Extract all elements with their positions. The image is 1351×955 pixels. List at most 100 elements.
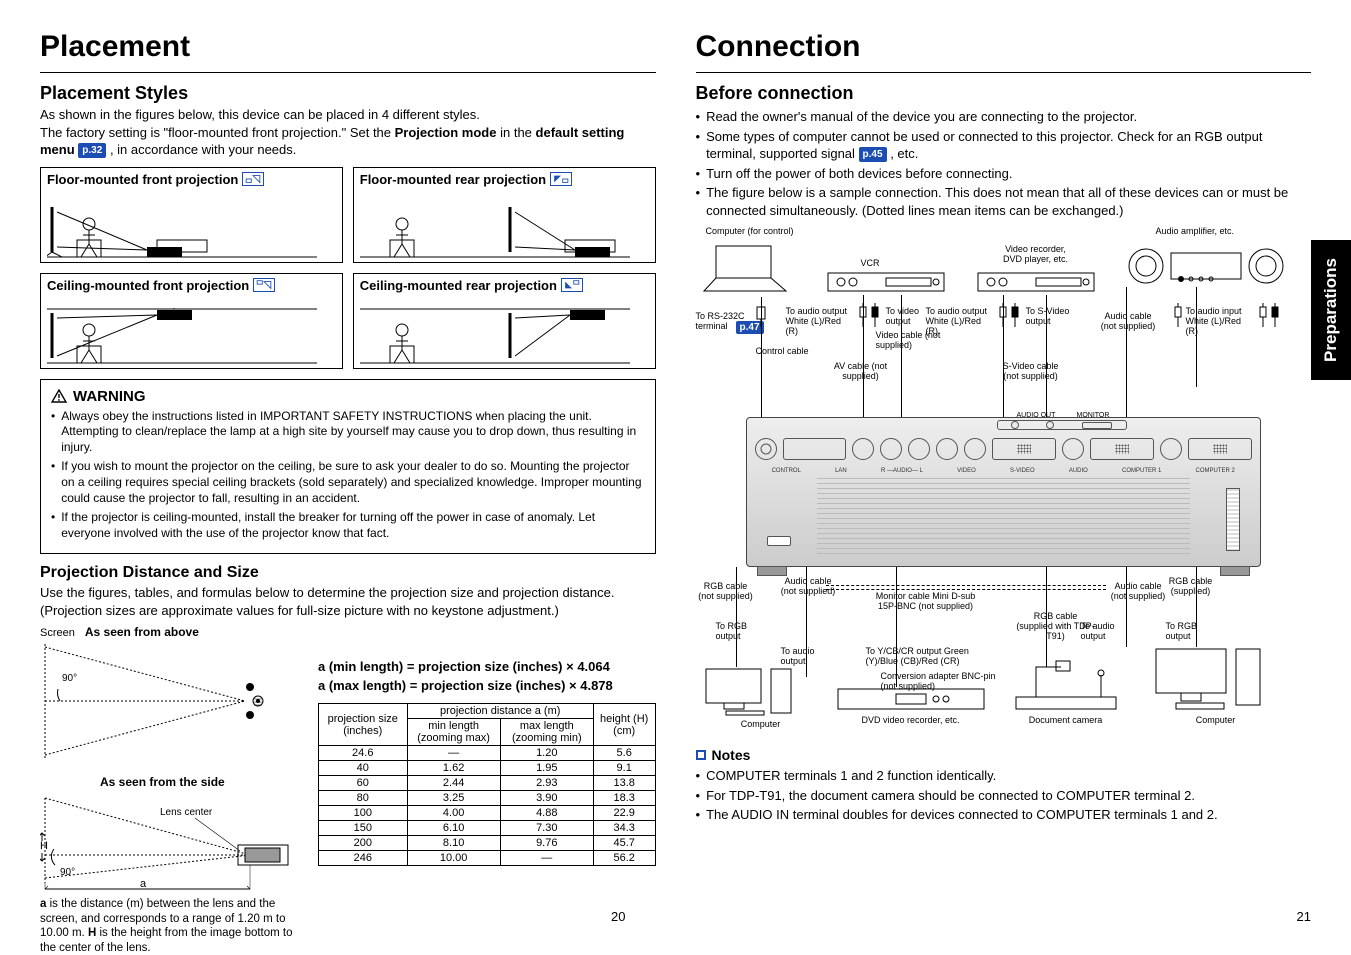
port-round: [1062, 438, 1084, 460]
label-audio-cable-2: Audio cable (not supplied): [776, 577, 841, 597]
label-vcr: VCR: [861, 259, 880, 269]
side-tab-preparations: Preparations: [1311, 240, 1351, 380]
table-cell: 246: [319, 851, 408, 866]
distance-table: projection size (inches) projection dist…: [318, 703, 656, 866]
label-monitor-port: MONITOR: [1077, 412, 1110, 420]
table-cell: 2.93: [500, 776, 593, 791]
port-round: [908, 438, 930, 460]
svg-text:90°: 90°: [62, 673, 77, 684]
li: Read the owner's manual of the device yo…: [706, 108, 1137, 126]
table-cell: 22.9: [593, 806, 655, 821]
t: in the: [500, 125, 535, 140]
label-bottom-computer2: Computer: [1146, 715, 1286, 725]
warning-item: If the projector is ceiling-mounted, ins…: [61, 510, 644, 541]
table-cell: 1.62: [407, 761, 500, 776]
page-right: Connection Before connection Read the ow…: [696, 30, 1312, 924]
diagram-caption: a is the distance (m) between the lens a…: [40, 897, 300, 955]
table-cell: —: [500, 851, 593, 866]
label-video-recorder: Video recorder, DVD player, etc.: [996, 245, 1076, 265]
before-connection-head: Before connection: [696, 83, 1312, 104]
table-cell: 2.44: [407, 776, 500, 791]
rca-plug-icon: [1171, 303, 1185, 327]
desktop-icon: [1146, 647, 1286, 713]
scene-illustration: [47, 308, 317, 364]
svg-text:90°: 90°: [60, 867, 75, 878]
th-max: max length (zooming min): [500, 719, 593, 746]
style-floor-front: Floor-mounted front projection: [40, 167, 343, 263]
projection-distance-p: Use the figures, tables, and formulas be…: [40, 584, 656, 619]
label-to-audio-out-2: To audio output: [1081, 622, 1141, 642]
label-audio-amp: Audio amplifier, etc.: [1156, 227, 1235, 237]
label-rgb-cable-ns: RGB cable (not supplied): [696, 582, 756, 602]
table-cell: 100: [319, 806, 408, 821]
port-round: [964, 438, 986, 460]
label-video-out: To video output: [886, 307, 930, 327]
port-round: [852, 438, 874, 460]
placement-title: Placement: [40, 30, 656, 64]
formula-min: a (min length) = projection size (inches…: [318, 659, 656, 674]
label-ycbcr: To Y/CB/CR output Green (Y)/Blue (CB)/Re…: [866, 647, 986, 667]
style-ceiling-rear: Ceiling-mounted rear projection: [353, 273, 656, 369]
scene-illustration: [360, 308, 630, 364]
li: Turn off the power of both devices befor…: [706, 165, 1012, 183]
dvd-recorder-icon: [836, 687, 986, 713]
table-cell: 3.25: [407, 791, 500, 806]
th-dist: projection distance a (m): [407, 704, 593, 719]
laptop-icon: [696, 241, 796, 296]
dvd-icon: [976, 271, 1096, 295]
t: , in accordance with your needs.: [110, 142, 296, 157]
page-number-21: 21: [696, 909, 1312, 924]
t: Some types of computer cannot be used or…: [706, 129, 1262, 162]
styles-p2: The factory setting is "floor-mounted fr…: [40, 124, 656, 159]
desktop-icon: [696, 667, 826, 717]
table-cell: —: [407, 746, 500, 761]
label-audio-cable-1: Audio cable (not supplied): [1096, 312, 1161, 332]
warning-icon: [51, 389, 67, 403]
connection-figure: Computer (for control) VCR Video recorde…: [696, 227, 1312, 737]
warning-item: If you wish to mount the projector on th…: [61, 459, 644, 506]
label-svideo-out: To S-Video output: [1026, 307, 1081, 327]
label: Floor-mounted rear projection: [360, 172, 546, 187]
scene-illustration: [360, 202, 630, 258]
port-round: [755, 438, 777, 460]
svg-text:Lens center: Lens center: [160, 807, 213, 818]
table-cell: 8.10: [407, 836, 500, 851]
table-cell: 34.3: [593, 821, 655, 836]
table-cell: 13.8: [593, 776, 655, 791]
note-item: For TDP-T91, the document camera should …: [706, 787, 1195, 805]
li: Some types of computer cannot be used or…: [706, 128, 1311, 163]
projector-rear-panel: AUDIO OUT MONITOR: [746, 417, 1262, 567]
table-cell: 1.95: [500, 761, 593, 776]
side-tab-label: Preparations: [1321, 258, 1341, 362]
projection-distance-head: Projection Distance and Size: [40, 564, 656, 582]
port-round: [880, 438, 902, 460]
page-ref-32: p.32: [78, 143, 106, 159]
table-cell: 200: [319, 836, 408, 851]
screen-label: Screen: [40, 627, 75, 639]
page-ref-45: p.45: [859, 147, 887, 163]
mode-icon: [253, 278, 275, 292]
rule: [40, 72, 656, 73]
table-cell: 80: [319, 791, 408, 806]
label-bottom-computer: Computer: [696, 719, 826, 729]
vcr-icon: [826, 271, 946, 295]
port-dsub: [1090, 438, 1154, 460]
mode-icon: [242, 172, 264, 186]
li: The figure below is a sample connection.…: [706, 184, 1311, 219]
table-cell: 18.3: [593, 791, 655, 806]
rule: [696, 72, 1312, 73]
port-round: [1160, 438, 1182, 460]
styles-p1: As shown in the figures below, this devi…: [40, 106, 656, 124]
notes-list: COMPUTER terminals 1 and 2 function iden…: [696, 767, 1312, 824]
diagram-side: Lens center 90° H a: [40, 793, 300, 893]
table-cell: 5.6: [593, 746, 655, 761]
label-rgb-cable-s: RGB cable (supplied): [1161, 577, 1221, 597]
before-connection-list: Read the owner's manual of the device yo…: [696, 108, 1312, 219]
label-bottom-doc: Document camera: [1006, 715, 1126, 725]
warning-box: WARNING Always obey the instructions lis…: [40, 379, 656, 555]
placement-styles-head: Placement Styles: [40, 83, 656, 104]
note-item: COMPUTER terminals 1 and 2 function iden…: [706, 767, 996, 785]
port-round: [936, 438, 958, 460]
style-floor-rear: Floor-mounted rear projection: [353, 167, 656, 263]
table-cell: 1.20: [500, 746, 593, 761]
